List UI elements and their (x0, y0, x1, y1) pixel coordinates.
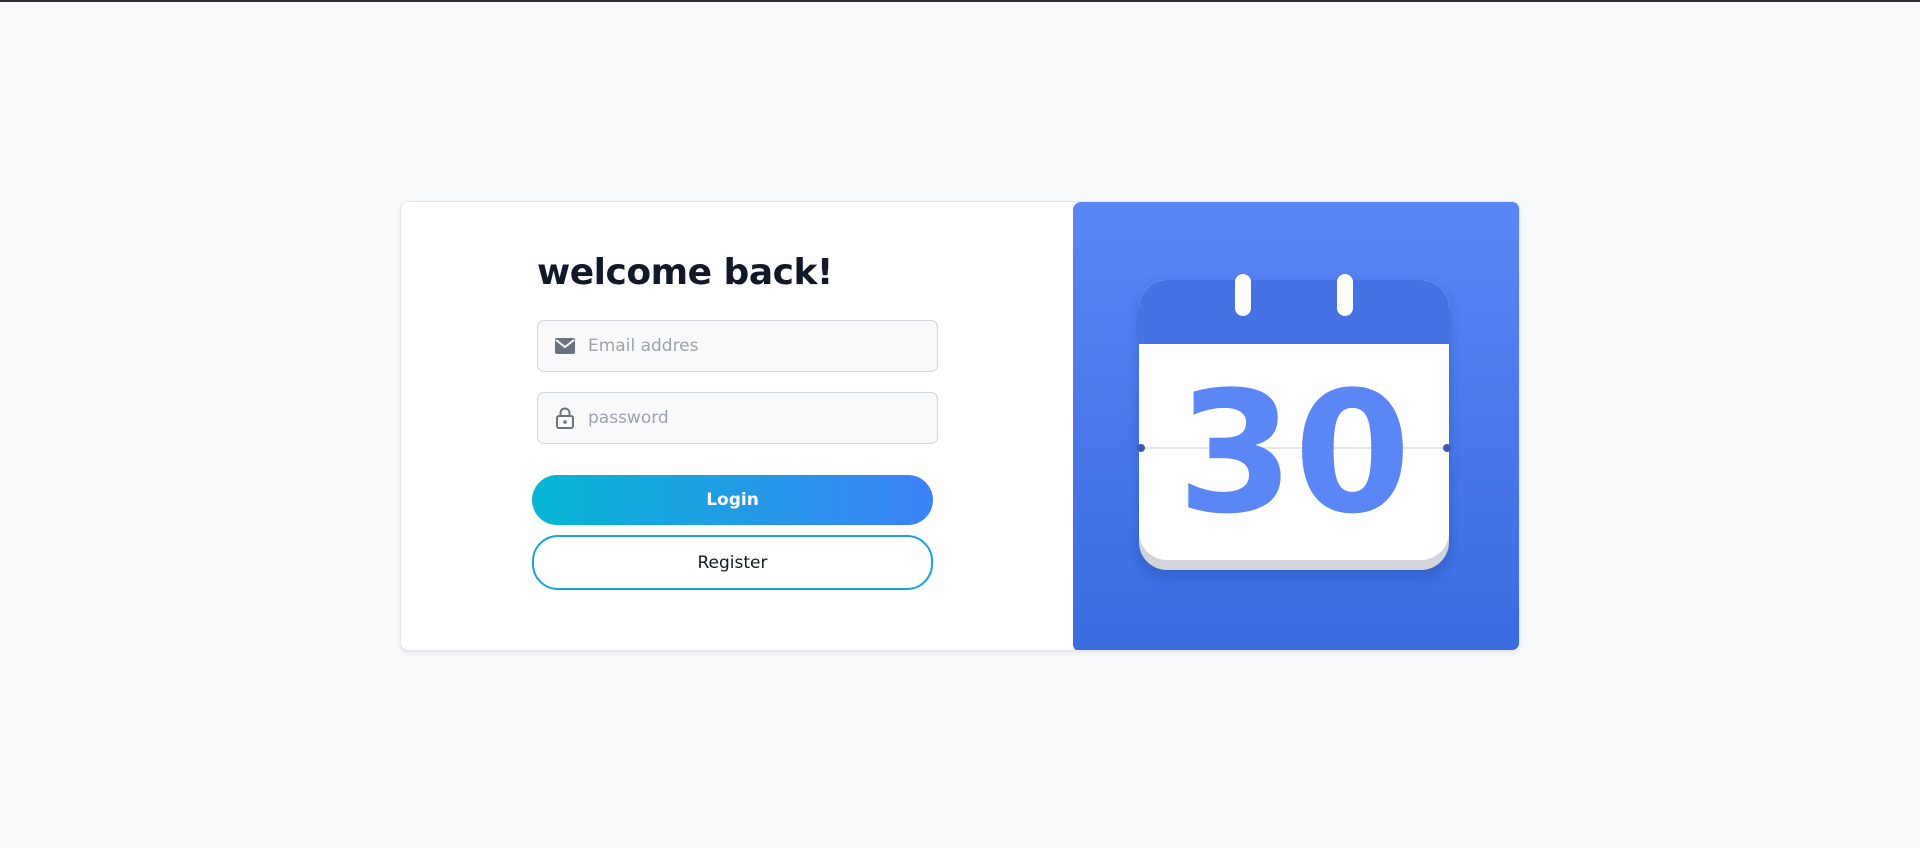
email-input[interactable] (588, 321, 937, 371)
password-field[interactable] (537, 392, 938, 444)
calendar-fold-dot-right (1443, 444, 1451, 452)
login-button[interactable]: Login (532, 475, 933, 525)
calendar-day-number: 30 (1177, 355, 1411, 551)
page-title: welcome back! (537, 252, 833, 293)
envelope-icon (554, 335, 576, 357)
register-button[interactable]: Register (532, 535, 933, 590)
email-field[interactable] (537, 320, 938, 372)
window-top-border (0, 0, 1920, 2)
login-form: welcome back! Login Register (401, 202, 1073, 650)
calendar-fold-dot-left (1137, 444, 1145, 452)
illustration-panel: 30 (1073, 202, 1519, 650)
calendar-ring-right (1337, 274, 1353, 316)
login-card: welcome back! Login Register (400, 201, 1520, 651)
calendar-ring-left (1235, 274, 1251, 316)
password-input[interactable] (588, 393, 937, 443)
calendar-icon: 30 (1137, 274, 1451, 570)
lock-icon (554, 407, 576, 429)
calendar-header (1139, 280, 1449, 344)
